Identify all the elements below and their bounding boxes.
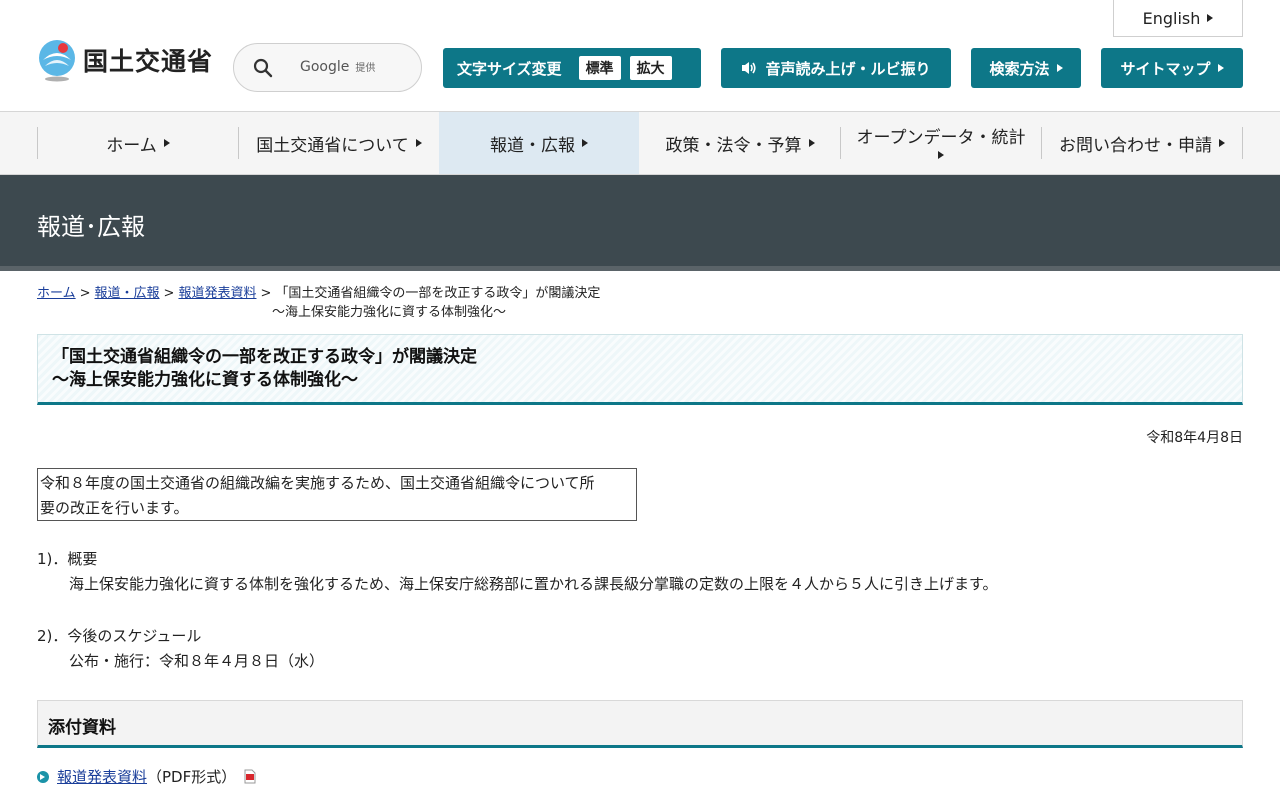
section-schedule: 2)．今後のスケジュール 公布・施行：令和８年４月８日（水） bbox=[37, 624, 324, 674]
section-heading: 1)．概要 bbox=[37, 550, 98, 568]
pdf-icon bbox=[244, 769, 256, 784]
voice-ruby-label: 音声読み上げ・ルビ振り bbox=[765, 59, 931, 78]
lead-text-line2: 要の改正を行います。 bbox=[40, 499, 189, 517]
breadcrumb-press-link[interactable]: 報道・広報 bbox=[95, 286, 160, 301]
nav-separator bbox=[1242, 127, 1243, 159]
search-provider: Google 提供 bbox=[300, 59, 376, 75]
nav-item-about[interactable]: 国土交通省について bbox=[239, 112, 439, 174]
site-header: 国土交通省 Google 提供 English 文字サイズ変更 標準 拡大 音声読… bbox=[0, 0, 1280, 112]
lead-box: 令和８年度の国土交通省の組織改編を実施するため、国土交通省組織令について所 要の… bbox=[37, 468, 637, 521]
breadcrumb: ホーム > 報道・広報 > 報道発表資料 > 「国土交通省組織令の一部を改正する政令」が閣議… bbox=[37, 284, 737, 322]
page-title: 「国土交通省組織令の一部を改正する政令」が閣議決定 ～海上保安能力強化に資する体… bbox=[37, 334, 1243, 405]
nav-item-label: 報道・広報 bbox=[490, 135, 575, 156]
arrow-right-icon bbox=[163, 139, 170, 147]
sitemap-button[interactable]: サイトマップ bbox=[1101, 48, 1243, 88]
breadcrumb-separator: > bbox=[79, 286, 91, 301]
breadcrumb-current-subtitle: ～海上保安能力強化に資する体制強化～ bbox=[272, 305, 507, 320]
bullet-arrow-icon bbox=[37, 770, 49, 783]
nav-item-label: オープンデータ・統計 bbox=[856, 128, 1026, 148]
arrow-right-icon bbox=[1217, 64, 1224, 72]
search-howto-button[interactable]: 検索方法 bbox=[971, 48, 1081, 88]
section-heading: 2)．今後のスケジュール bbox=[37, 627, 202, 645]
breadcrumb-release-link[interactable]: 報道発表資料 bbox=[178, 286, 256, 301]
nav-item-label: 国土交通省について bbox=[256, 135, 409, 156]
search-box[interactable]: Google 提供 bbox=[233, 43, 422, 92]
attachment-item: 報道発表資料 （PDF形式） bbox=[37, 766, 256, 787]
english-link[interactable]: English bbox=[1113, 0, 1243, 37]
arrow-right-icon bbox=[808, 139, 815, 147]
nav-item-home[interactable]: ホーム bbox=[38, 112, 238, 174]
font-size-standard-button[interactable]: 標準 bbox=[578, 56, 621, 80]
attachments-heading: 添付資料 bbox=[37, 700, 1243, 748]
breadcrumb-home-link[interactable]: ホーム bbox=[37, 286, 76, 301]
nav-item-opendata[interactable]: オープンデータ・統計 bbox=[841, 112, 1041, 174]
publish-date: 令和8年4月8日 bbox=[1146, 430, 1243, 446]
search-howto-label: 検索方法 bbox=[989, 59, 1050, 78]
section-overview: 1)．概要 海上保安能力強化に資する体制を強化するため、海上保安庁総務部に置かれ… bbox=[37, 547, 998, 597]
mlit-logo-icon bbox=[39, 40, 75, 82]
logo-text: 国土交通省 bbox=[83, 47, 214, 76]
arrow-right-icon bbox=[938, 151, 944, 159]
breadcrumb-current: 「国土交通省組織令の一部を改正する政令」が閣議決定 bbox=[275, 286, 601, 301]
font-size-control: 文字サイズ変更 標準 拡大 bbox=[443, 48, 701, 88]
section-banner: 報道･広報 bbox=[0, 175, 1280, 271]
section-body: 公布・施行：令和８年４月８日（水） bbox=[69, 652, 325, 670]
arrow-right-icon bbox=[582, 139, 588, 147]
english-label: English bbox=[1142, 8, 1201, 28]
nav-item-contact[interactable]: お問い合わせ・申請 bbox=[1042, 112, 1242, 174]
font-size-large-button[interactable]: 拡大 bbox=[629, 56, 672, 80]
section-title: 報道･広報 bbox=[37, 213, 145, 241]
arrow-right-icon bbox=[1219, 139, 1225, 147]
section-body: 海上保安能力強化に資する体制を強化するため、海上保安庁総務部に置かれる課長級分掌… bbox=[69, 575, 998, 593]
nav-item-label: ホーム bbox=[106, 135, 157, 156]
breadcrumb-separator: > bbox=[260, 286, 272, 301]
nav-item-press[interactable]: 報道・広報 bbox=[439, 112, 639, 174]
voice-ruby-button[interactable]: 音声読み上げ・ルビ振り bbox=[721, 48, 951, 88]
page-title-line1: 「国土交通省組織令の一部を改正する政令」が閣議決定 bbox=[52, 347, 477, 367]
sitemap-label: サイトマップ bbox=[1120, 59, 1211, 78]
site-logo[interactable]: 国土交通省 bbox=[37, 38, 213, 82]
breadcrumb-separator: > bbox=[163, 286, 175, 301]
page-title-line2: ～海上保安能力強化に資する体制強化～ bbox=[52, 370, 358, 390]
speaker-icon bbox=[742, 62, 757, 74]
lead-text-line1: 令和８年度の国土交通省の組織改編を実施するため、国土交通省組織令について所 bbox=[40, 474, 595, 492]
global-nav: ホーム 国土交通省について 報道・広報 政策・法令・予算 オープンデータ・統計 … bbox=[0, 112, 1280, 175]
arrow-right-icon bbox=[1056, 64, 1063, 72]
arrow-right-icon bbox=[1207, 14, 1214, 22]
nav-item-label: お問い合わせ・申請 bbox=[1059, 135, 1212, 156]
attachment-link[interactable]: 報道発表資料 bbox=[57, 766, 147, 787]
nav-item-label: 政策・法令・予算 bbox=[665, 135, 802, 156]
font-size-label: 文字サイズ変更 bbox=[457, 59, 562, 78]
attachment-format: （PDF形式） bbox=[147, 768, 237, 786]
arrow-right-icon bbox=[415, 139, 422, 147]
nav-item-policy[interactable]: 政策・法令・予算 bbox=[640, 112, 840, 174]
search-icon[interactable] bbox=[253, 58, 273, 78]
